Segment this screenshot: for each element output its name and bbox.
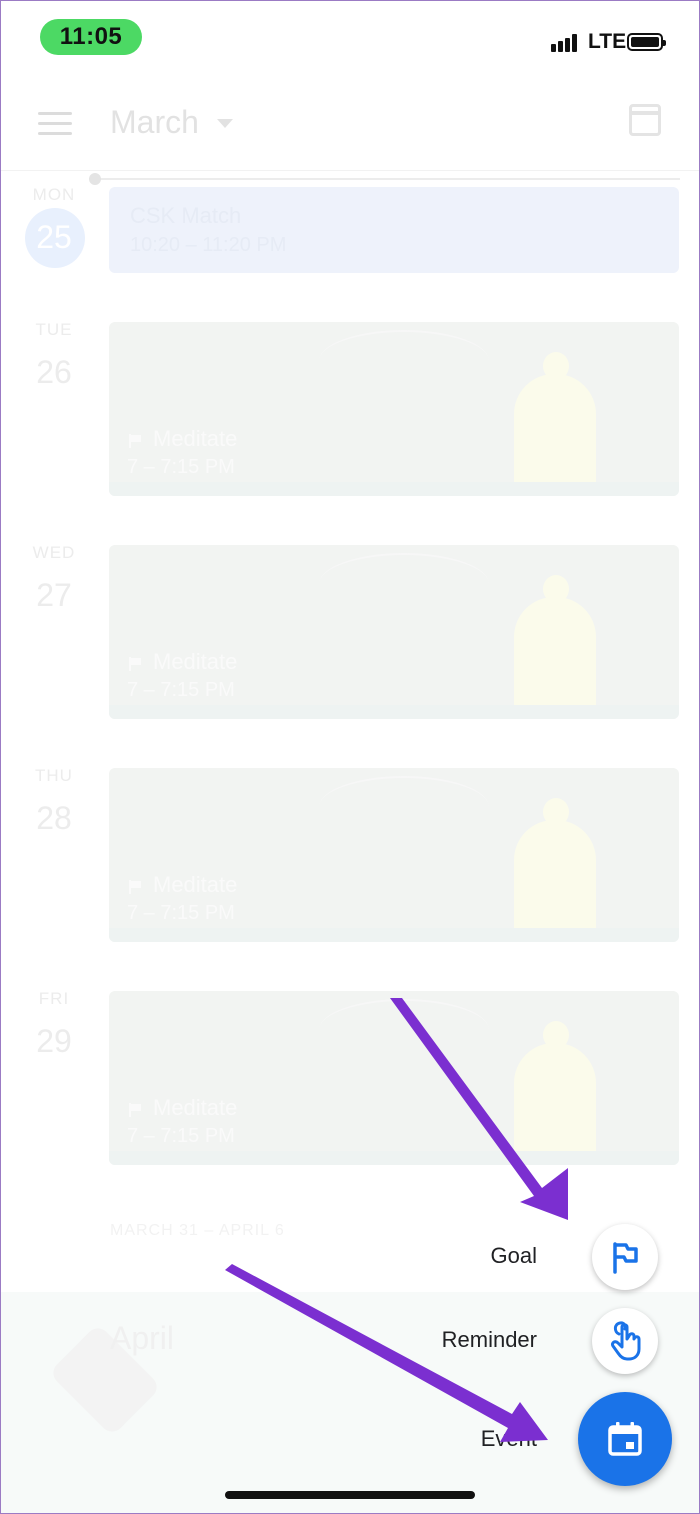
card-decoration [514,820,596,942]
event-time: 7 – 7:15 PM [127,1125,235,1147]
day-number[interactable]: 25 [26,219,82,256]
day-number[interactable]: 29 [26,1023,82,1060]
flag-icon [129,880,141,894]
card-decoration [109,1151,679,1165]
current-time-dot [89,173,101,185]
card-decoration [514,597,596,719]
event-title: Meditate [153,426,238,451]
card-decoration [319,330,489,392]
day-of-week: FRI [38,989,70,1008]
event-time: 10:20 – 11:20 PM [130,234,287,256]
status-time: 11:05 [40,19,142,55]
card-decoration [319,999,489,1061]
card-decoration [109,705,679,719]
day-number[interactable]: 27 [26,577,82,614]
app-bar-divider [0,170,700,171]
goal-button[interactable] [592,1224,658,1290]
event-title: Meditate [153,1095,238,1120]
menu-icon[interactable] [38,112,72,136]
event-calendar-icon [608,1422,642,1456]
week-range-label: MARCH 31 – APRIL 6 [110,1222,285,1239]
day-of-week: MON [32,185,76,204]
event-title: CSK Match [130,203,242,228]
event-card-meditate[interactable]: Meditate 7 – 7:15 PM [109,991,679,1165]
flag-icon [129,1103,141,1117]
calendar-icon[interactable] [629,104,661,136]
chevron-down-icon[interactable] [217,119,233,128]
event-time: 7 – 7:15 PM [127,902,235,924]
home-indicator[interactable] [225,1491,475,1499]
flag-icon [129,657,141,671]
event-card-meditate[interactable]: Meditate 7 – 7:15 PM [109,768,679,942]
day-of-week: TUE [35,320,73,339]
month-banner-title: April [110,1320,175,1356]
event-time: 7 – 7:15 PM [127,456,235,478]
event-label[interactable]: Event [337,1426,537,1452]
event-time: 7 – 7:15 PM [127,679,235,701]
event-title: Meditate [153,649,238,674]
card-decoration [109,928,679,942]
day-of-week: WED [32,543,76,562]
card-decoration [514,1043,596,1165]
event-card-meditate[interactable]: Meditate 7 – 7:15 PM [109,322,679,496]
event-button[interactable] [578,1392,672,1486]
flag-icon [613,1242,638,1274]
network-label: LTE [588,30,627,53]
reminder-hand-icon [611,1321,641,1361]
reminder-button[interactable] [592,1308,658,1374]
event-title: Meditate [153,872,238,897]
card-decoration [109,482,679,496]
reminder-label[interactable]: Reminder [337,1327,537,1353]
signal-icon [551,32,583,52]
event-card-csk[interactable]: CSK Match 10:20 – 11:20 PM [109,187,679,273]
month-title[interactable]: March [110,104,199,141]
day-number[interactable]: 26 [26,354,82,391]
card-decoration [319,776,489,838]
event-card-meditate[interactable]: Meditate 7 – 7:15 PM [109,545,679,719]
current-time-line [95,178,680,180]
card-decoration [514,374,596,496]
goal-label[interactable]: Goal [337,1243,537,1269]
card-decoration [319,553,489,615]
day-number[interactable]: 28 [26,800,82,837]
battery-icon [627,33,666,51]
flag-icon [129,434,141,448]
day-of-week: THU [35,766,73,785]
